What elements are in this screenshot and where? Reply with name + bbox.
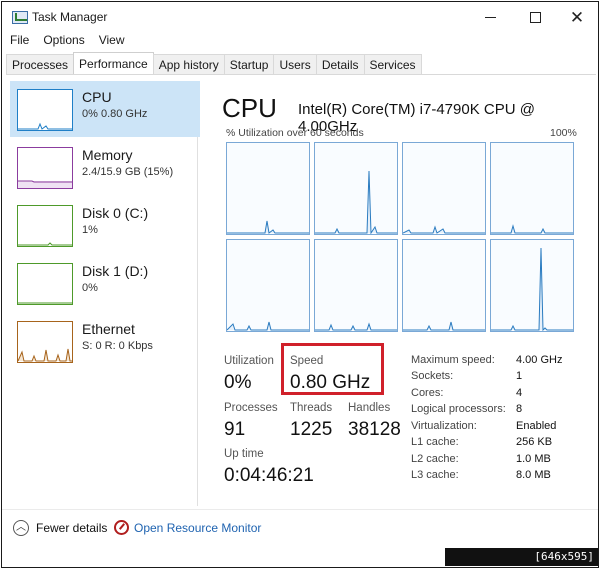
spec-key: Sockets: [411, 370, 454, 382]
sidebar-item-detail: 1% [82, 224, 98, 236]
tab-app-history[interactable]: App history [152, 54, 225, 74]
spec-key: Maximum speed: [411, 354, 495, 366]
processes-value: 91 [224, 419, 246, 440]
menu-view[interactable]: View [99, 33, 125, 51]
chevron-up-icon[interactable]: ︿ [13, 520, 29, 536]
footer-divider [2, 509, 598, 510]
sidebar-item-label: Disk 1 (D:) [82, 263, 149, 279]
fewer-details-link[interactable]: Fewer details [36, 521, 107, 535]
sidebar-item-detail: 0% [82, 282, 98, 294]
graph-max-label: 100% [550, 127, 577, 139]
graph-caption: % Utilization over 60 seconds [226, 127, 364, 139]
threads-value: 1225 [290, 419, 333, 440]
processes-label: Processes [224, 402, 278, 414]
threads-label: Threads [290, 402, 333, 414]
window-title: Task Manager [32, 10, 108, 24]
spec-key: Virtualization: [411, 420, 477, 432]
spec-value: 4.00 GHz [516, 354, 563, 366]
menu-file[interactable]: File [10, 33, 29, 51]
watermark: [646x595] https://upic.me/ [445, 548, 598, 581]
sidebar-item-cpu[interactable]: CPU 0% 0.80 GHz [10, 81, 200, 137]
spec-key: L2 cache: [411, 453, 459, 465]
resource-list: CPU 0% 0.80 GHz Memory 2.4/15.9 GB (15%)… [6, 81, 200, 506]
sidebar-item-ethernet[interactable]: Ethernet S: 0 R: 0 Kbps [10, 313, 200, 369]
minimize-icon [484, 16, 496, 18]
open-resource-monitor-link[interactable]: Open Resource Monitor [134, 521, 261, 535]
minimize-button[interactable] [472, 5, 508, 29]
core-graph-2 [314, 142, 398, 235]
menu-options[interactable]: Options [43, 33, 84, 51]
speed-highlight-box [281, 343, 384, 395]
spec-key: L3 cache: [411, 469, 459, 481]
sidebar-item-disk-0[interactable]: Disk 0 (C:) 1% [10, 197, 200, 253]
spec-value: 4 [516, 387, 523, 399]
spec-value: 8.0 MB [516, 469, 551, 481]
spec-key: L1 cache: [411, 436, 459, 448]
spec-value: 1 [516, 370, 523, 382]
maximize-icon [529, 11, 541, 23]
disk-0-thumbnail-graph [17, 205, 73, 247]
core-graph-4 [490, 142, 574, 235]
spec-value: Enabled [516, 420, 557, 432]
tab-performance[interactable]: Performance [73, 52, 154, 74]
core-graph-7 [402, 239, 486, 332]
tab-bar: Processes Performance App history Startu… [6, 52, 596, 75]
spec-key: Logical processors: [411, 403, 506, 415]
cpu-heading: CPU [222, 93, 277, 123]
tab-startup[interactable]: Startup [223, 54, 275, 74]
close-button[interactable]: ✕ [559, 5, 595, 29]
sidebar-item-disk-1[interactable]: Disk 1 (D:) 0% [10, 255, 200, 311]
sidebar-item-detail: S: 0 R: 0 Kbps [82, 340, 153, 352]
core-graph-5 [226, 239, 310, 332]
spec-key: Cores: [411, 387, 444, 399]
sidebar-item-detail: 0% 0.80 GHz [82, 108, 148, 120]
cpu-thumbnail-graph [17, 89, 73, 131]
core-graph-8 [490, 239, 574, 332]
title-bar: Task Manager ✕ [2, 2, 598, 32]
sidebar-item-detail: 2.4/15.9 GB (15%) [82, 166, 174, 178]
utilization-value: 0% [224, 372, 252, 393]
close-icon: ✕ [569, 7, 585, 27]
spec-value: 1.0 MB [516, 453, 551, 465]
ethernet-thumbnail-graph [17, 321, 73, 363]
tab-processes[interactable]: Processes [6, 54, 75, 74]
utilization-label: Utilization [224, 355, 274, 367]
task-manager-icon [12, 11, 28, 24]
tab-services[interactable]: Services [363, 54, 422, 74]
core-graph-6 [314, 239, 398, 332]
menu-bar: File Options View [10, 33, 125, 51]
uptime-value: 0:04:46:21 [224, 465, 314, 486]
spec-value: 8 [516, 403, 523, 415]
core-graph-3 [402, 142, 486, 235]
spec-value: 256 KB [516, 436, 553, 448]
tab-users[interactable]: Users [273, 54, 317, 74]
sidebar-item-label: CPU [82, 89, 112, 105]
task-manager-window: Task Manager ✕ File Options View Process… [1, 1, 599, 568]
disk-1-thumbnail-graph [17, 263, 73, 305]
sidebar-item-label: Memory [82, 147, 133, 163]
uptime-label: Up time [224, 448, 264, 460]
sidebar-item-memory[interactable]: Memory 2.4/15.9 GB (15%) [10, 139, 200, 195]
resource-monitor-icon[interactable] [114, 520, 129, 535]
core-graph-1 [226, 142, 310, 235]
handles-value: 38128 [348, 419, 401, 440]
cpu-core-graphs [226, 142, 576, 332]
sidebar-item-label: Disk 0 (C:) [82, 205, 149, 221]
tab-details[interactable]: Details [315, 54, 365, 74]
handles-label: Handles [348, 402, 391, 414]
sidebar-item-label: Ethernet [82, 321, 135, 337]
maximize-button[interactable] [517, 5, 553, 29]
memory-thumbnail-graph [17, 147, 73, 189]
